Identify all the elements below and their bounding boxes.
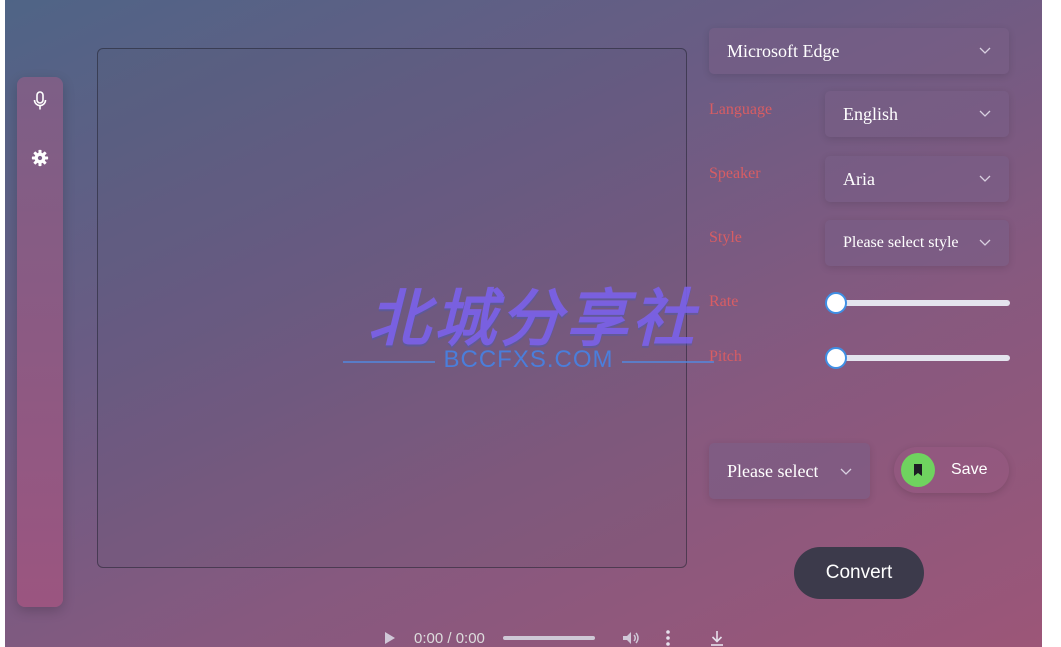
style-select-value: Please select style — [843, 234, 959, 251]
language-select[interactable]: English — [825, 91, 1009, 137]
microphone-button[interactable] — [28, 89, 52, 113]
pitch-slider-track — [835, 355, 1010, 361]
chevron-down-icon — [979, 239, 991, 246]
bookmark-icon — [914, 464, 922, 476]
speaker-label: Speaker — [709, 165, 761, 182]
chevron-down-icon — [979, 47, 991, 54]
chevron-down-icon — [840, 468, 852, 475]
download-icon[interactable] — [709, 629, 725, 647]
pitch-label: Pitch — [709, 348, 742, 365]
rate-label: Rate — [709, 293, 739, 310]
save-button[interactable]: Save — [894, 447, 1009, 493]
speaker-select[interactable]: Aria — [825, 156, 1009, 202]
format-select-value: Please select — [727, 460, 819, 481]
save-icon-circle — [901, 453, 935, 487]
rate-slider[interactable] — [825, 291, 1010, 315]
player-progress[interactable] — [502, 636, 595, 640]
rate-slider-thumb[interactable] — [825, 292, 847, 314]
language-label: Language — [709, 101, 773, 118]
settings-button[interactable] — [28, 146, 52, 170]
format-select[interactable]: Please select — [709, 443, 870, 499]
player-time: 0:00 / 0:00 — [414, 629, 485, 647]
pitch-slider[interactable] — [825, 346, 1010, 370]
audio-player: 0:00 / 0:00 — [375, 626, 735, 647]
browser-select-value: Microsoft Edge — [727, 40, 840, 61]
sidebar — [17, 77, 63, 607]
play-icon[interactable] — [384, 631, 396, 645]
style-label: Style — [709, 229, 742, 246]
app-window: Microsoft Edge Language English Speaker … — [5, 0, 1042, 647]
rate-slider-track — [835, 300, 1010, 306]
save-label: Save — [951, 461, 988, 478]
chevron-down-icon — [979, 110, 991, 117]
more-options-icon[interactable] — [665, 629, 671, 647]
convert-button[interactable]: Convert — [794, 547, 924, 599]
language-select-value: English — [843, 103, 899, 124]
gear-icon — [31, 149, 49, 167]
pitch-slider-thumb[interactable] — [825, 347, 847, 369]
style-select[interactable]: Please select style — [825, 220, 1009, 266]
microphone-icon — [33, 91, 47, 110]
speaker-select-value: Aria — [843, 168, 875, 189]
text-editor[interactable] — [97, 48, 687, 568]
chevron-down-icon — [979, 175, 991, 182]
browser-select[interactable]: Microsoft Edge — [709, 28, 1009, 74]
text-input[interactable] — [98, 49, 686, 567]
volume-icon[interactable] — [621, 630, 641, 646]
